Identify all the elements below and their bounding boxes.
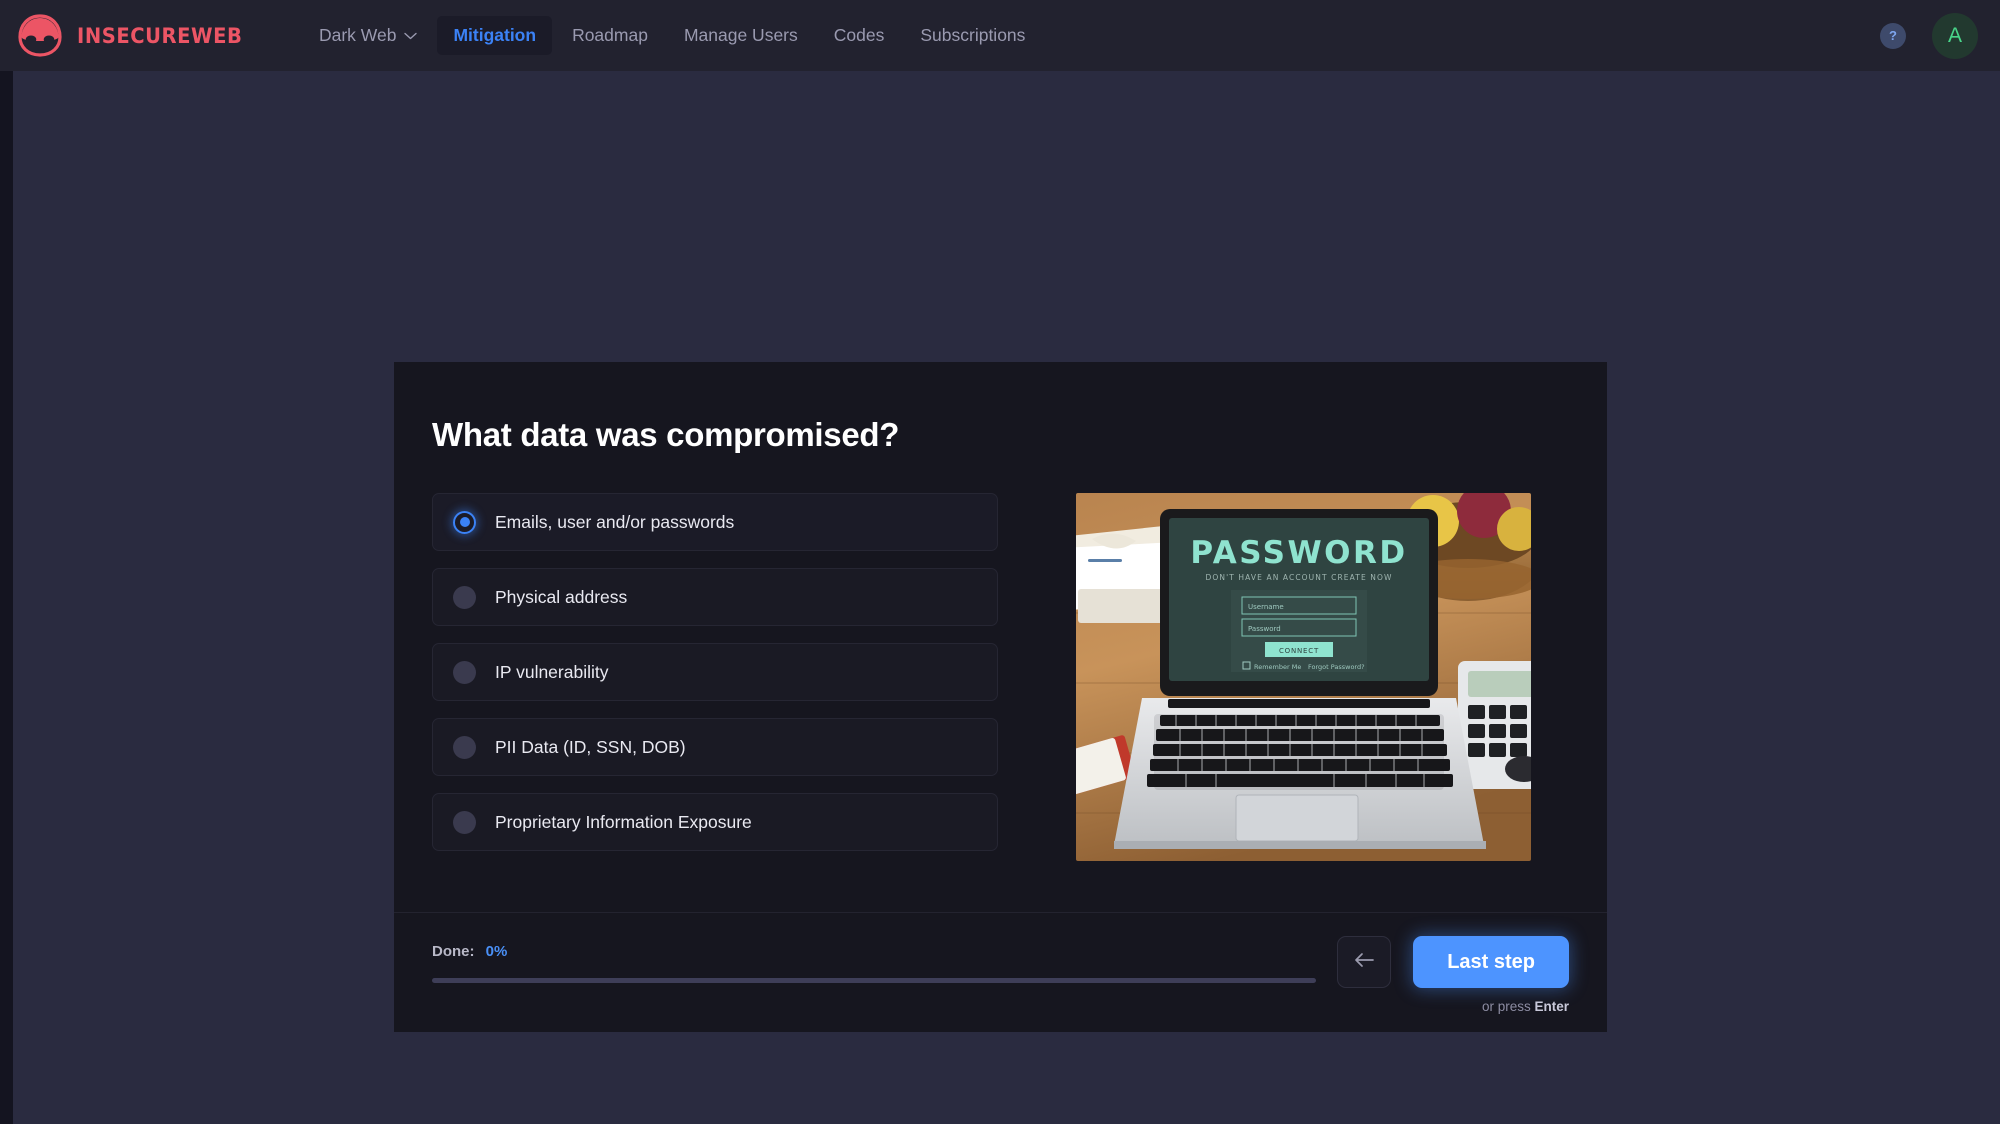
wizard-footer: Done: 0% Last step — [394, 912, 1607, 1032]
option-label: Emails, user and/or passwords — [495, 512, 734, 533]
hooded-hacker-icon — [14, 13, 66, 59]
svg-text:Username: Username — [1248, 603, 1284, 611]
nav-item-label: Manage Users — [684, 25, 798, 46]
progress-label-text: Done: — [432, 943, 475, 960]
progress-label: Done: 0% — [432, 943, 1316, 960]
nav-item-roadmap[interactable]: Roadmap — [556, 16, 664, 55]
nav-item-label: Roadmap — [572, 25, 648, 46]
progress-bar — [432, 978, 1316, 983]
option-ip-vulnerability[interactable]: IP vulnerability — [432, 643, 998, 701]
nav-item-label: Subscriptions — [920, 25, 1025, 46]
top-navigation-bar: INSECUREWEB Dark Web Mitigation Roadmap … — [0, 0, 2000, 71]
enter-hint-key: Enter — [1534, 999, 1569, 1014]
avatar[interactable]: A — [1932, 13, 1978, 59]
svg-text:Forgot Password?: Forgot Password? — [1308, 663, 1365, 671]
nav-item-dark-web[interactable]: Dark Web — [303, 16, 433, 55]
options-list: Emails, user and/or passwords Physical a… — [432, 493, 998, 861]
progress-value: 0% — [486, 943, 508, 960]
page-title: What data was compromised? — [432, 416, 1569, 454]
progress-section: Done: 0% — [432, 936, 1316, 983]
brand-name: INSECUREWEB — [77, 24, 242, 48]
help-icon[interactable]: ? — [1880, 23, 1906, 49]
nav-item-manage-users[interactable]: Manage Users — [668, 16, 814, 55]
radio-icon[interactable] — [453, 661, 476, 684]
wizard-body: What data was compromised? Emails, user … — [394, 362, 1607, 861]
laptop-password-photo: PASSWORD DON'T HAVE AN ACCOUNT CREATE NO… — [1076, 493, 1531, 861]
wizard-columns: Emails, user and/or passwords Physical a… — [432, 493, 1569, 861]
svg-text:Remember Me: Remember Me — [1254, 663, 1301, 671]
nav-right-group: ? A — [1880, 13, 1978, 59]
nav-item-label: Mitigation — [453, 25, 536, 46]
nav-item-label: Dark Web — [319, 25, 396, 46]
nav-item-label: Codes — [834, 25, 885, 46]
option-physical-address[interactable]: Physical address — [432, 568, 998, 626]
radio-icon[interactable] — [453, 736, 476, 759]
nav-menu: Dark Web Mitigation Roadmap Manage Users… — [303, 16, 1041, 55]
option-proprietary-information-exposure[interactable]: Proprietary Information Exposure — [432, 793, 998, 851]
nav-item-mitigation[interactable]: Mitigation — [437, 16, 552, 55]
enter-hint-prefix: or press — [1482, 999, 1535, 1014]
nav-item-codes[interactable]: Codes — [818, 16, 901, 55]
nav-item-subscriptions[interactable]: Subscriptions — [904, 16, 1041, 55]
back-button[interactable] — [1337, 936, 1391, 988]
svg-text:PASSWORD: PASSWORD — [1190, 535, 1407, 571]
svg-text:DON'T HAVE AN ACCOUNT CREATE: DON'T HAVE AN ACCOUNT CREATE NOW — [1206, 573, 1393, 582]
brand-logo[interactable]: INSECUREWEB — [14, 13, 255, 59]
arrow-left-icon — [1353, 952, 1375, 973]
wizard-card: What data was compromised? Emails, user … — [394, 362, 1607, 1032]
last-step-button[interactable]: Last step — [1413, 936, 1569, 988]
option-emails-user-passwords[interactable]: Emails, user and/or passwords — [432, 493, 998, 551]
radio-icon[interactable] — [453, 586, 476, 609]
wizard-nav-buttons-row: Last step — [1337, 936, 1569, 988]
page-background: What data was compromised? Emails, user … — [13, 71, 2000, 1124]
option-label: PII Data (ID, SSN, DOB) — [495, 737, 686, 758]
wizard-nav-buttons: Last step or press Enter — [1337, 936, 1569, 1014]
chevron-down-icon — [404, 32, 417, 40]
enter-hint: or press Enter — [1482, 999, 1569, 1014]
svg-text:CONNECT: CONNECT — [1279, 647, 1319, 655]
svg-text:Password: Password — [1248, 625, 1281, 633]
radio-icon[interactable] — [453, 511, 476, 534]
radio-icon[interactable] — [453, 811, 476, 834]
option-label: Physical address — [495, 587, 627, 608]
option-label: Proprietary Information Exposure — [495, 812, 752, 833]
option-pii-data[interactable]: PII Data (ID, SSN, DOB) — [432, 718, 998, 776]
option-label: IP vulnerability — [495, 662, 609, 683]
